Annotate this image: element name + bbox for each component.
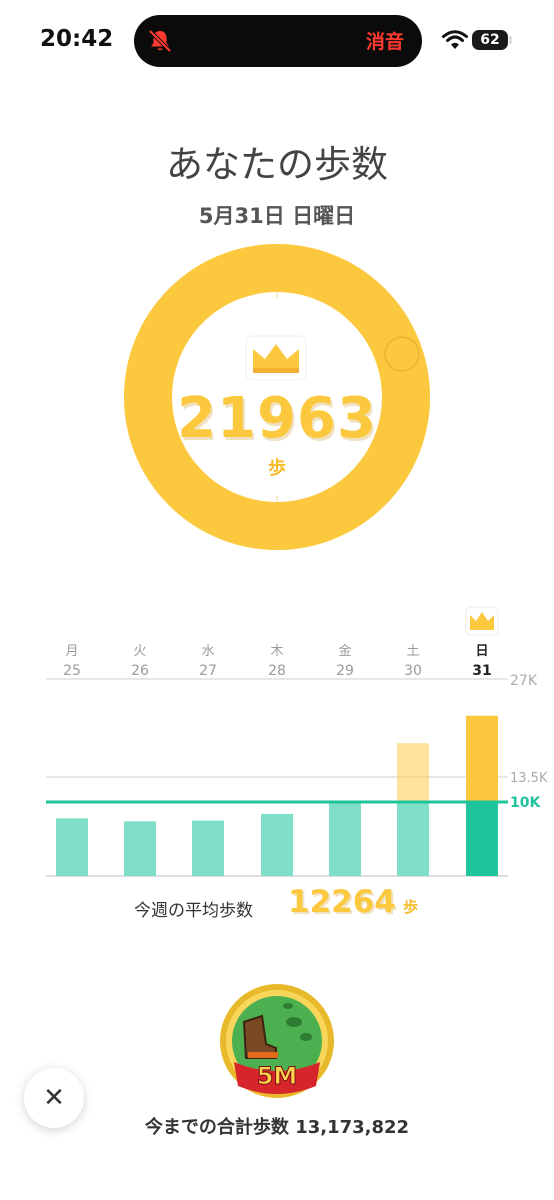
bar-25 [56, 818, 88, 876]
close-icon: ✕ [43, 1083, 65, 1113]
total-label: 今までの合計歩数 [144, 1117, 289, 1138]
wifi-icon [442, 30, 468, 49]
mute-label: 消音 [365, 31, 404, 53]
day-name: 土 [406, 644, 420, 659]
day-name: 月 [65, 644, 79, 659]
crown-icon-small [465, 606, 499, 636]
medal-label: 5M [257, 1062, 298, 1090]
bar-29 [329, 803, 361, 876]
medal-5m-icon[interactable]: 5M [218, 982, 336, 1100]
day-name: 水 [201, 644, 215, 659]
page-title: あなたの歩数 [166, 143, 388, 186]
crown-icon [245, 335, 307, 381]
bell-muted-icon [148, 29, 172, 53]
weekly-steps-chart: 27K 13.5K 10K [46, 673, 548, 877]
day-name: 日 [475, 644, 489, 659]
status-bar: 20:42 消音 62 [0, 0, 554, 84]
bar-over-goal-30 [397, 743, 429, 804]
today-steps-unit: 歩 [268, 458, 286, 479]
close-button[interactable]: ✕ [24, 1068, 84, 1128]
bar-over-goal-31 [466, 715, 498, 804]
day-name: 木 [270, 644, 284, 659]
total-value: 13,173,822 [295, 1117, 410, 1138]
bar-31 [466, 803, 498, 876]
dynamic-island[interactable]: 消音 [134, 15, 422, 67]
battery-icon: 62 [472, 30, 512, 50]
average-value: 12264 [288, 884, 396, 920]
bar-27 [192, 820, 224, 876]
y-tick-mid: 13.5K [510, 771, 548, 786]
today-steps-value: 21963 [177, 386, 377, 451]
battery-level: 62 [480, 32, 500, 48]
day-name: 金 [338, 644, 352, 659]
date-label: 5月31日 日曜日 [198, 204, 356, 228]
day-name: 火 [133, 644, 147, 659]
bar-28 [261, 813, 293, 876]
bar-30 [397, 803, 429, 876]
average-unit: 歩 [403, 898, 419, 916]
bar-26 [124, 821, 156, 876]
y-tick-goal: 10K [510, 795, 541, 811]
status-time: 20:42 [40, 26, 114, 52]
average-label: 今週の平均歩数 [134, 901, 253, 921]
y-tick-top: 27K [510, 673, 538, 689]
weekly-average: 今週の平均歩数 12264 歩 [0, 882, 554, 922]
